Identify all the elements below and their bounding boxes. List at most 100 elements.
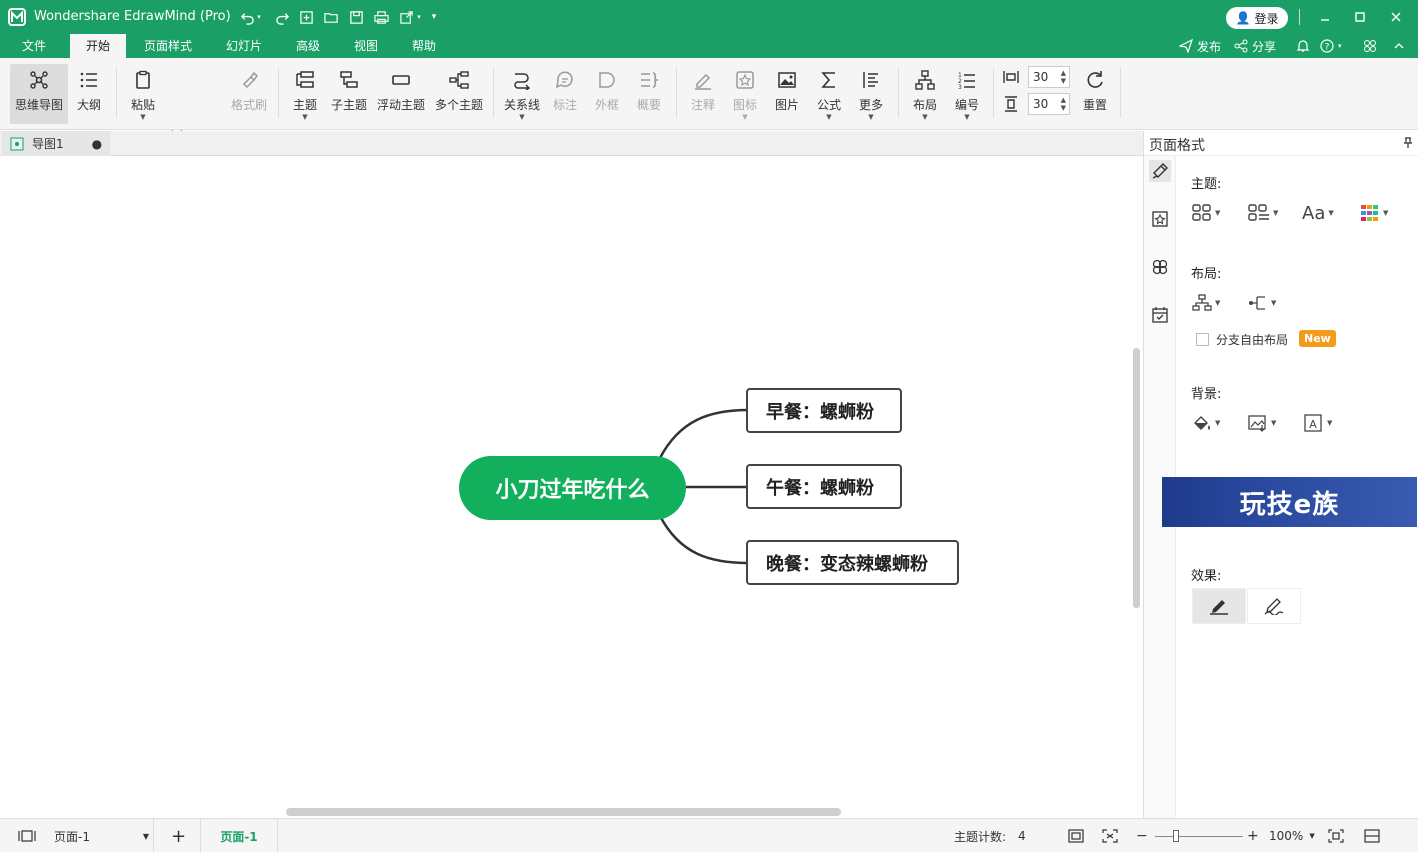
- callout-button[interactable]: 标注: [548, 64, 582, 124]
- topic-node[interactable]: 晚餐：变态辣螺蛳粉: [746, 540, 959, 585]
- spinner-arrows-icon[interactable]: ▲ ▼: [1061, 69, 1066, 85]
- grid-list-icon: [1248, 204, 1269, 221]
- tab-page-style[interactable]: 页面样式: [138, 34, 198, 58]
- watermark-button[interactable]: A ▼: [1304, 412, 1338, 434]
- tab-home[interactable]: 开始: [70, 34, 126, 58]
- layout-structure-button[interactable]: ▼: [1192, 292, 1226, 314]
- paste-button[interactable]: 粘贴 ▼: [126, 64, 160, 124]
- share-button[interactable]: 分享: [1234, 37, 1276, 55]
- connector-style-button[interactable]: ▼: [1248, 292, 1282, 314]
- page-tab[interactable]: 页面-1: [200, 819, 278, 852]
- boundary-button[interactable]: 外框: [590, 64, 624, 124]
- topic-node[interactable]: 午餐：螺蛳粉: [746, 464, 902, 509]
- outline-view-button[interactable]: 大纲: [72, 64, 106, 124]
- maximize-icon[interactable]: [1351, 8, 1369, 26]
- publish-button[interactable]: 发布: [1179, 37, 1221, 55]
- unsaved-dot-icon[interactable]: ●: [92, 137, 102, 151]
- icon-library-icon[interactable]: [1149, 208, 1171, 230]
- collapse-ribbon-icon[interactable]: [1393, 37, 1405, 55]
- horizontal-spacing-input[interactable]: 30 ▲ ▼: [1028, 66, 1070, 88]
- zoom-level-select[interactable]: 100% ▼: [1269, 819, 1315, 852]
- mindmap-icon: [27, 68, 51, 92]
- login-button[interactable]: 👤 登录: [1226, 7, 1288, 29]
- background-image-button[interactable]: ▼: [1248, 412, 1282, 434]
- color-palette-icon: [1361, 205, 1378, 221]
- add-page-icon[interactable]: +: [171, 819, 186, 852]
- numbering-button[interactable]: 123 编号 ▼: [950, 64, 984, 124]
- task-calendar-icon[interactable]: [1149, 304, 1171, 326]
- effect-section-label: 效果:: [1191, 569, 1222, 584]
- panel-toggle-icon[interactable]: [1364, 819, 1380, 852]
- open-folder-icon[interactable]: [322, 9, 340, 25]
- subtopic-button[interactable]: 子主题: [330, 64, 368, 124]
- document-tab[interactable]: 导图1 ●: [2, 131, 110, 156]
- multi-topic-button[interactable]: 多个主题: [432, 64, 486, 124]
- tab-slides[interactable]: 幻灯片: [218, 34, 270, 58]
- customize-toolbar-icon[interactable]: ▾: [428, 9, 440, 25]
- clipart-icon[interactable]: [1149, 256, 1171, 278]
- horizontal-scrollbar[interactable]: [286, 808, 841, 816]
- mindmap-view-button[interactable]: 思维导图: [10, 64, 68, 124]
- ribbon-divider: [993, 68, 994, 118]
- theme-style-button[interactable]: ▼: [1248, 202, 1282, 224]
- relationship-button[interactable]: 关系线 ▼: [502, 64, 542, 124]
- tab-help[interactable]: 帮助: [404, 34, 444, 58]
- effect-normal-button[interactable]: [1192, 588, 1246, 624]
- note-button[interactable]: 注释: [686, 64, 720, 124]
- reset-button[interactable]: 重置: [1078, 64, 1112, 124]
- document-tab-strip: 导图1 ●: [0, 131, 1143, 156]
- summary-button[interactable]: 概要: [632, 64, 666, 124]
- theme-layout-button[interactable]: ▼: [1192, 202, 1226, 224]
- image-button[interactable]: 图片: [770, 64, 804, 124]
- theme-color-button[interactable]: ▼: [1360, 202, 1394, 224]
- zoom-slider[interactable]: [1155, 819, 1243, 852]
- zoom-in-icon[interactable]: +: [1247, 819, 1259, 852]
- notification-bell-icon[interactable]: [1296, 37, 1310, 55]
- close-icon[interactable]: [1387, 8, 1405, 26]
- zoom-out-icon[interactable]: −: [1136, 819, 1148, 852]
- help-icon[interactable]: ? ▾: [1320, 37, 1342, 55]
- list-icon: [77, 68, 101, 92]
- export-dropdown-icon[interactable]: ▾: [414, 9, 424, 25]
- tab-advanced[interactable]: 高级: [288, 34, 328, 58]
- export-icon[interactable]: [397, 9, 415, 25]
- vertical-spacing-input[interactable]: 30 ▲ ▼: [1028, 93, 1070, 115]
- page-panel-toggle-icon[interactable]: [18, 819, 36, 852]
- minimize-icon[interactable]: [1316, 8, 1334, 26]
- zoom-slider-handle[interactable]: [1173, 829, 1179, 842]
- tab-file[interactable]: 文件: [10, 34, 58, 58]
- fit-window-icon[interactable]: [1328, 819, 1344, 852]
- background-fill-button[interactable]: ▼: [1192, 412, 1226, 434]
- print-icon[interactable]: [372, 9, 390, 25]
- paint-bucket-icon: [1194, 416, 1210, 430]
- effect-handdrawn-button[interactable]: [1247, 588, 1301, 624]
- layout-button[interactable]: 布局 ▼: [908, 64, 942, 124]
- save-icon[interactable]: [347, 9, 365, 25]
- floating-topic-button[interactable]: 浮动主题: [374, 64, 428, 124]
- topic-node[interactable]: 早餐：螺蛳粉: [746, 388, 902, 433]
- vertical-scrollbar[interactable]: [1133, 348, 1140, 608]
- numbered-list-icon: 123: [955, 68, 979, 92]
- fullscreen-icon[interactable]: [1102, 819, 1118, 852]
- new-file-icon[interactable]: [297, 9, 315, 25]
- ribbon-divider: [116, 68, 117, 118]
- spinner-arrows-icon[interactable]: ▲ ▼: [1061, 96, 1066, 112]
- more-button[interactable]: 更多 ▼: [854, 64, 888, 124]
- redo-icon[interactable]: [273, 9, 291, 25]
- topic-button[interactable]: 主题 ▼: [288, 64, 322, 124]
- formula-button[interactable]: 公式 ▼: [812, 64, 846, 124]
- central-topic[interactable]: 小刀过年吃什么: [459, 456, 686, 520]
- apps-grid-icon[interactable]: [1363, 37, 1377, 55]
- format-painter-button[interactable]: 格式刷: [228, 64, 270, 124]
- svg-text:?: ?: [1325, 43, 1330, 53]
- page-select[interactable]: 页面-1 ▼: [50, 819, 154, 852]
- multi-topic-label: 多个主题: [434, 98, 483, 112]
- undo-dropdown-icon[interactable]: ▾: [254, 9, 264, 25]
- free-layout-checkbox[interactable]: [1196, 333, 1209, 346]
- tab-view[interactable]: 视图: [346, 34, 386, 58]
- pin-icon[interactable]: [1403, 137, 1413, 153]
- theme-font-button[interactable]: Aa ▼: [1302, 202, 1342, 224]
- fit-page-icon[interactable]: [1068, 819, 1084, 852]
- icon-button[interactable]: 图标 ▼: [728, 64, 762, 124]
- page-format-icon[interactable]: [1149, 160, 1171, 182]
